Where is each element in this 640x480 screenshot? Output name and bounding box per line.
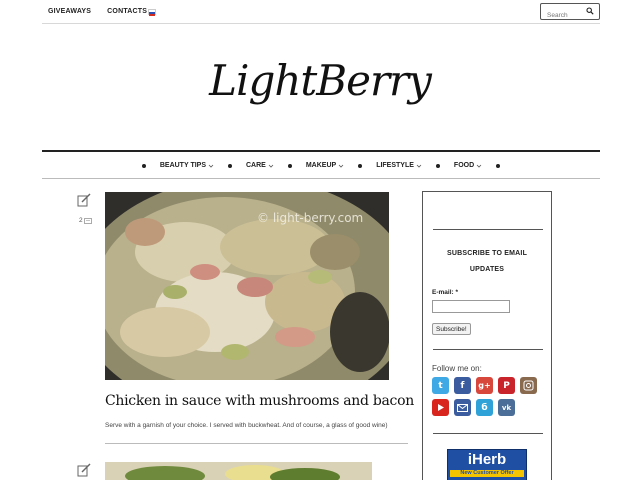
instagram-icon[interactable] <box>520 377 537 394</box>
topnav-contacts-link[interactable]: CONTACTS <box>107 8 147 15</box>
email-label: E-mail: * <box>432 289 459 296</box>
sidebar-divider <box>433 349 543 350</box>
email-icon[interactable] <box>454 399 471 416</box>
post-image[interactable] <box>105 462 372 480</box>
post-divider <box>105 443 408 444</box>
nav-item-label: BEAUTY TIPS <box>159 162 206 169</box>
nav-bullet <box>358 163 363 168</box>
iherb-banner[interactable]: iHerb New Customer Offer <box>447 449 527 480</box>
chicken-dish-photo: © light-berry.com <box>105 192 389 380</box>
search-icon[interactable] <box>586 7 594 15</box>
nav-item-label: FOOD <box>453 162 475 169</box>
nav-bullet <box>228 163 232 168</box>
site-logo[interactable]: LightBerry <box>0 56 640 105</box>
nav-item-label: LIFESTYLE <box>376 162 414 169</box>
chevron-down-icon <box>416 164 422 168</box>
search-input[interactable] <box>541 8 581 23</box>
nav-bullet <box>141 163 146 168</box>
subscribe-title: SUBSCRIBE TO EMAIL UPDATES <box>446 250 528 273</box>
top-nav: GIVEAWAYS CONTACTS <box>48 8 147 15</box>
chevron-down-icon <box>476 164 482 168</box>
vk-icon[interactable]: vk <box>498 399 515 416</box>
social-row: б vk <box>432 399 544 416</box>
nav-bullet <box>435 163 440 168</box>
nav-item-label: MAKEUP <box>305 162 337 169</box>
topnav-giveaways-link[interactable]: GIVEAWAYS <box>48 8 91 15</box>
iherb-offer: New Customer Offer <box>450 470 524 477</box>
post-excerpt: Serve with a garnish of your choice. I s… <box>105 422 388 429</box>
comment-icon <box>83 217 92 224</box>
nav-item-food[interactable]: FOOD <box>454 162 482 169</box>
google-plus-icon[interactable]: g+ <box>476 377 493 394</box>
nav-item-label: CARE <box>246 162 266 169</box>
twitter-icon[interactable]: t <box>432 377 449 394</box>
post-image[interactable]: © light-berry.com <box>105 192 389 380</box>
comment-count-value: 2 <box>79 217 83 224</box>
chevron-down-icon <box>268 164 274 168</box>
social-row: t f g+ P <box>432 377 544 394</box>
nav-bullet <box>287 163 292 168</box>
post-title[interactable]: Chicken in sauce with mushrooms and baco… <box>105 393 414 409</box>
youtube-icon[interactable] <box>432 399 449 416</box>
russian-flag-icon[interactable] <box>148 9 156 16</box>
nav-item-care[interactable]: CARE <box>246 162 274 169</box>
edit-icon <box>77 193 91 207</box>
comment-count[interactable]: 2 <box>79 217 92 224</box>
facebook-icon[interactable]: f <box>454 377 471 394</box>
photo-watermark: © light-berry.com <box>257 211 363 225</box>
subscribe-button[interactable]: Subscribe! <box>432 323 471 335</box>
edit-icon <box>77 463 91 477</box>
iherb-brand: iHerb <box>467 451 507 468</box>
email-field[interactable] <box>432 300 510 313</box>
salad-dish-photo <box>105 462 372 480</box>
nav-bullet <box>496 163 501 168</box>
sidebar: SUBSCRIBE TO EMAIL UPDATES E-mail: * Subs… <box>422 191 552 480</box>
chevron-down-icon <box>208 164 214 168</box>
sidebar-divider <box>433 229 543 230</box>
follow-label: Follow me on: <box>432 364 482 373</box>
nav-item-beauty-tips[interactable]: BEAUTY TIPS <box>160 162 214 169</box>
top-bar: GIVEAWAYS CONTACTS <box>42 0 600 24</box>
search-box[interactable] <box>540 3 600 23</box>
nav-item-makeup[interactable]: MAKEUP <box>306 162 344 169</box>
main-nav: BEAUTY TIPS CARE MAKEUP LIFESTYLE FOOD <box>42 150 600 179</box>
sidebar-divider <box>433 433 543 434</box>
chevron-down-icon <box>338 164 344 168</box>
blogger-icon[interactable]: б <box>476 399 493 416</box>
nav-item-lifestyle[interactable]: LIFESTYLE <box>376 162 422 169</box>
pinterest-icon[interactable]: P <box>498 377 515 394</box>
